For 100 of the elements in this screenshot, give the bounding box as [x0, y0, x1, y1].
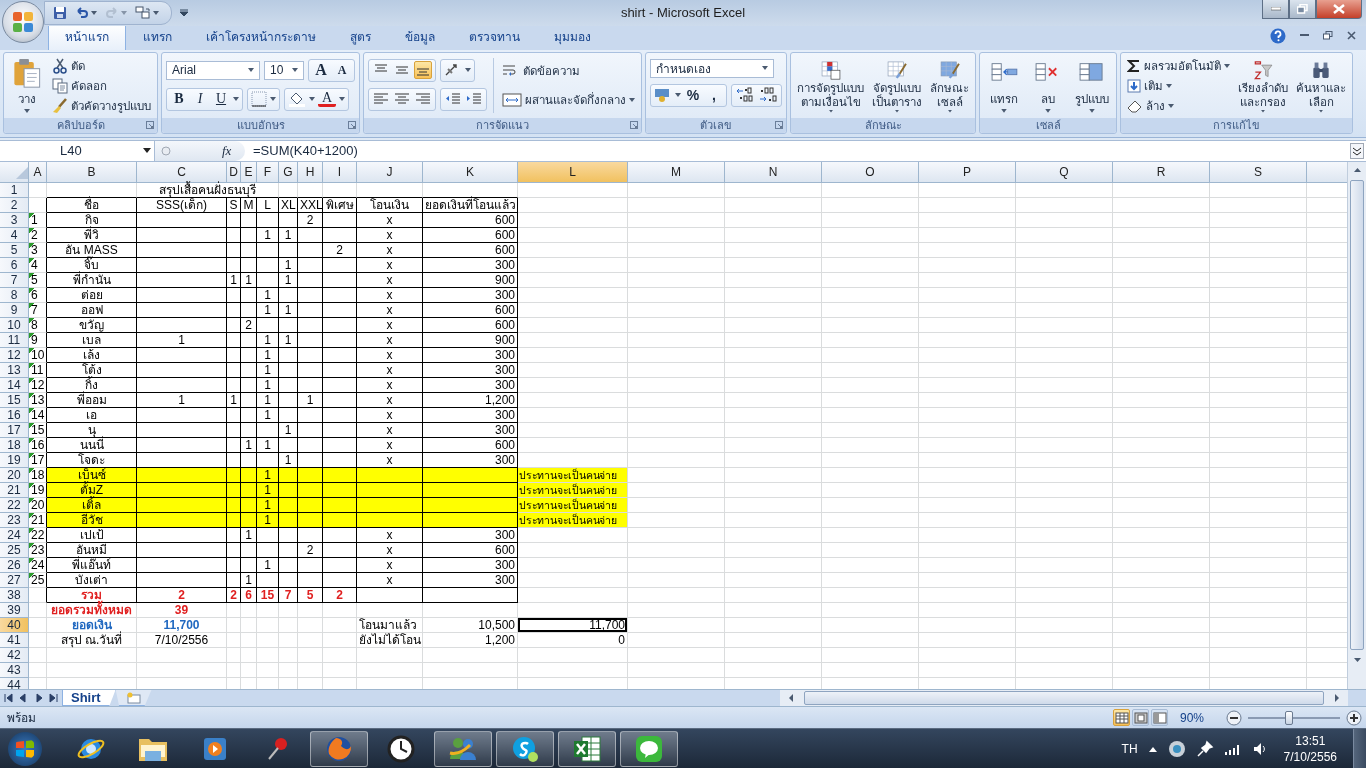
caret-icon[interactable] [309, 97, 315, 102]
vertical-scrollbar[interactable] [1347, 161, 1366, 689]
last-sheet-icon[interactable] [48, 693, 61, 703]
currency-icon[interactable] [654, 87, 672, 104]
cut-button[interactable]: ตัด [50, 55, 153, 76]
borders-icon[interactable] [251, 91, 267, 108]
format-painter-button[interactable]: ตัวคัดวางรูปแบบ [50, 95, 153, 116]
page-layout-view-button[interactable] [1132, 709, 1149, 727]
wrap-text-button[interactable]: ตัดข้อความ [500, 60, 637, 81]
font-color-button[interactable]: A [318, 91, 336, 108]
taskbar-button[interactable] [434, 730, 492, 767]
grow-font-button[interactable]: A [312, 61, 330, 80]
normal-view-button[interactable] [1113, 709, 1130, 727]
minimize-icon[interactable] [1300, 34, 1309, 38]
column-header[interactable]: K [423, 161, 518, 183]
column-header[interactable]: H [298, 161, 323, 183]
restore-icon[interactable] [1323, 31, 1333, 41]
underline-button[interactable]: U [212, 90, 230, 109]
column-header[interactable]: M [628, 161, 725, 183]
ribbon-tab[interactable]: เค้าโครงหน้ากระดาษ [189, 22, 333, 50]
column-header[interactable]: R [1113, 161, 1210, 183]
column-header[interactable]: B [47, 161, 137, 183]
scrollbar-thumb[interactable] [1350, 179, 1364, 650]
italic-button[interactable]: I [191, 90, 209, 109]
dialog-launcher-icon[interactable] [775, 120, 783, 129]
first-sheet-icon[interactable] [1, 693, 14, 703]
help-icon[interactable] [1270, 27, 1286, 44]
ribbon-tab[interactable]: สูตร [333, 22, 388, 50]
customize-button[interactable] [133, 3, 161, 22]
caret-icon[interactable] [270, 97, 276, 102]
format-cells-button[interactable]: รูปแบบ [1072, 55, 1112, 115]
copy-button[interactable]: คัดลอก [50, 75, 153, 96]
zoom-out-icon[interactable] [1226, 709, 1242, 726]
paste-button[interactable]: วาง [8, 55, 46, 115]
format-as-table-button[interactable]: จัดรูปแบบ เป็นตาราง [870, 55, 924, 115]
ribbon-tab[interactable]: ตรวจทาน [452, 22, 537, 50]
font-size-field[interactable]: 10 [264, 60, 304, 80]
column-header[interactable]: G [279, 161, 298, 183]
taskbar-button[interactable] [496, 730, 554, 767]
caret-icon[interactable] [465, 68, 471, 73]
caret-icon[interactable] [339, 97, 345, 102]
decrease-decimal-icon[interactable] [758, 87, 778, 104]
column-header[interactable]: F [257, 161, 279, 183]
column-header[interactable]: Q [1016, 161, 1113, 183]
restore-button[interactable] [1289, 0, 1316, 19]
bold-button[interactable]: B [170, 90, 188, 109]
insert-function-button[interactable]: fx [222, 142, 232, 159]
column-header[interactable]: I [323, 161, 357, 183]
sheet-tab[interactable]: Shirt [62, 689, 116, 707]
paint-bucket-icon[interactable] [288, 91, 306, 108]
percent-button[interactable]: % [684, 86, 702, 105]
office-button[interactable] [2, 1, 44, 43]
fill-button[interactable]: เติม [1125, 75, 1232, 96]
close-button[interactable] [1316, 0, 1362, 19]
column-header[interactable]: A [29, 161, 47, 183]
comma-button[interactable]: , [705, 86, 723, 105]
close-icon[interactable] [1347, 31, 1356, 41]
horizontal-scrollbar[interactable] [780, 689, 1348, 707]
splitter-handle-icon[interactable] [160, 144, 172, 157]
delete-cells-button[interactable]: ลบ [1028, 55, 1068, 115]
scrollbar-thumb[interactable] [804, 691, 1324, 705]
cell-styles-button[interactable]: ลักษณะ เซลล์ [928, 55, 971, 115]
conditional-formatting-button[interactable]: การจัดรูปแบบ ตามเงื่อนไข [795, 55, 866, 115]
column-header[interactable]: O [822, 161, 919, 183]
column-header[interactable]: L [518, 161, 628, 183]
minimize-button[interactable] [1262, 0, 1289, 19]
column-header[interactable]: P [919, 161, 1016, 183]
align-right-icon[interactable] [414, 92, 432, 107]
shrink-font-button[interactable]: A [333, 61, 351, 80]
column-header[interactable]: J [357, 161, 423, 183]
taskbar-button[interactable] [620, 730, 678, 767]
ribbon-tab[interactable]: มุมมอง [537, 22, 608, 50]
pushpin-icon[interactable] [1195, 739, 1214, 758]
font-field[interactable]: Arial [166, 60, 260, 80]
insert-cells-button[interactable]: แทรก [984, 55, 1024, 115]
column-header[interactable]: N [725, 161, 822, 183]
caret-icon[interactable] [675, 93, 681, 98]
column-header[interactable]: E [241, 161, 257, 183]
dialog-launcher-icon[interactable] [348, 120, 356, 129]
caret-icon[interactable] [233, 97, 239, 102]
ribbon-tab[interactable]: ข้อมูล [388, 22, 452, 50]
dialog-launcher-icon[interactable] [146, 120, 154, 129]
dialog-launcher-icon[interactable] [630, 120, 638, 129]
autosum-button[interactable]: ผลรวมอัตโนมัติ [1125, 55, 1232, 76]
formula-field[interactable]: =SUM(K40+1200) [245, 143, 1350, 159]
taskbar-clock[interactable]: 13:51 7/10/2556 [1277, 732, 1343, 765]
ribbon-tab[interactable]: แทรก [126, 22, 189, 50]
slider-thumb[interactable] [1285, 710, 1294, 725]
zoom-in-icon[interactable] [1346, 709, 1362, 726]
page-break-view-button[interactable] [1151, 709, 1168, 727]
expand-icon[interactable] [1350, 142, 1364, 159]
customize-toolbar-icon[interactable] [180, 8, 188, 17]
zoom-level[interactable]: 90% [1180, 710, 1220, 725]
column-header[interactable]: S [1210, 161, 1307, 183]
align-center-icon[interactable] [393, 92, 411, 107]
decrease-indent-icon[interactable] [444, 92, 462, 107]
clear-button[interactable]: ล้าง [1125, 95, 1232, 116]
language-indicator[interactable]: TH [1121, 741, 1138, 756]
column-header[interactable]: D [227, 161, 241, 183]
increase-indent-icon[interactable] [465, 92, 483, 107]
